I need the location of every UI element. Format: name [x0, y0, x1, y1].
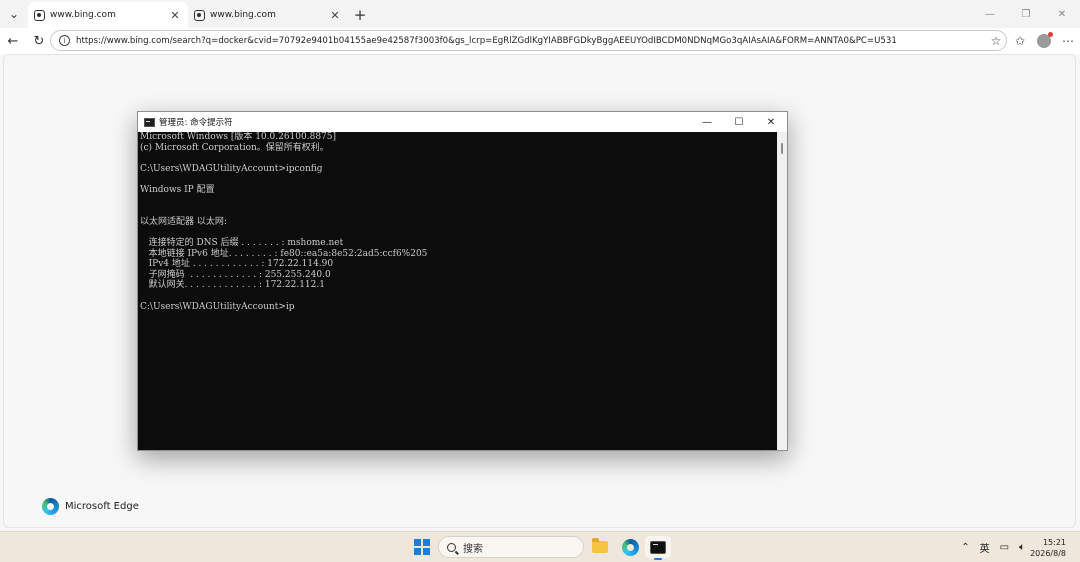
- profile-button[interactable]: [1032, 28, 1056, 54]
- cmd-window-controls: — ☐ ✕: [691, 112, 787, 132]
- restore-icon[interactable]: ❐: [1008, 0, 1044, 28]
- network-icon[interactable]: ▭: [995, 542, 1014, 553]
- cmd-window-title: 管理员: 命令提示符: [159, 118, 233, 128]
- folder-icon: [592, 538, 608, 553]
- console-line: (c) Microsoft Corporation。保留所有权利。: [140, 142, 329, 153]
- file-explorer-button[interactable]: [590, 536, 610, 558]
- chevron-up-icon[interactable]: ⌃: [956, 542, 974, 553]
- tab-close-icon[interactable]: ✕: [168, 9, 182, 22]
- console-prompt-line[interactable]: C:\Users\WDAGUtilityAccount>ip: [140, 302, 778, 313]
- site-favicon-icon: [194, 9, 205, 21]
- clock-date: 2026/8/8: [1030, 548, 1066, 558]
- tab-title: www.bing.com: [50, 10, 116, 20]
- ime-indicator[interactable]: 英: [975, 540, 995, 555]
- console-line: C:\Users\WDAGUtilityAccount>ipconfig: [140, 163, 323, 174]
- close-window-icon[interactable]: ✕: [1044, 0, 1080, 28]
- avatar: [1037, 32, 1053, 48]
- tab-strip: ⌄ www.bing.com ✕ www.bing.com ✕ + — ❐ ✕: [0, 0, 1080, 28]
- search-icon: [447, 542, 456, 552]
- console-line: Microsoft Windows [版本 10.0.26100.8875]: [140, 132, 337, 142]
- windows-logo-icon: [414, 539, 430, 555]
- url-text[interactable]: https://www.bing.com/search?q=docker&cvi…: [76, 36, 986, 46]
- tab-title: www.bing.com: [210, 10, 276, 20]
- console-line: IPv4 地址 . . . . . . . . . . . . : 172.22…: [140, 259, 334, 270]
- clock-time: 15:21: [1042, 537, 1066, 547]
- search-label: 搜索: [463, 543, 483, 555]
- edge-brand: Microsoft Edge: [42, 498, 139, 515]
- console-line: Windows IP 配置: [140, 184, 215, 195]
- console-line: 默认网关. . . . . . . . . . . . . : 172.22.1…: [140, 280, 325, 291]
- window-controls: — ❐ ✕: [972, 0, 1080, 28]
- tab-2[interactable]: www.bing.com ✕: [188, 2, 348, 28]
- terminal-taskbar-button[interactable]: [645, 536, 671, 560]
- more-options-icon[interactable]: ⋯: [1056, 28, 1080, 54]
- address-bar[interactable]: i https://www.bing.com/search?q=docker&c…: [50, 30, 1007, 51]
- minimize-icon[interactable]: —: [972, 0, 1008, 28]
- new-tab-button[interactable]: +: [348, 2, 372, 28]
- console-line: 本地链接 IPv6 地址. . . . . . . . : fe80::ea5a…: [140, 248, 428, 259]
- terminal-icon: [650, 540, 666, 554]
- tab-close-icon[interactable]: ✕: [328, 9, 342, 22]
- console-line: 子网掩码 . . . . . . . . . . . . : 255.255.2…: [140, 269, 331, 280]
- taskbar-search[interactable]: 搜索: [438, 536, 584, 558]
- minimize-icon[interactable]: —: [691, 112, 723, 132]
- chevron-down-icon: ⌄: [8, 7, 20, 21]
- favorites-icon[interactable]: ✩: [1008, 28, 1032, 54]
- scrollbar-thumb[interactable]: [781, 143, 783, 154]
- refresh-icon: ↻: [33, 33, 45, 49]
- system-tray: ⌃ 英 ▭ 🔈︎ 15:21 2026/8/8: [956, 532, 1080, 562]
- start-button[interactable]: [412, 536, 432, 558]
- edge-brand-label: Microsoft Edge: [65, 501, 139, 512]
- tab-1[interactable]: www.bing.com ✕: [28, 2, 188, 28]
- favorite-star-icon[interactable]: ☆: [986, 34, 1006, 48]
- refresh-button[interactable]: ↻: [26, 28, 52, 54]
- maximize-icon[interactable]: ☐: [723, 112, 755, 132]
- toolbar-right: ✩ ⋯: [1008, 28, 1080, 54]
- cmd-title-bar[interactable]: 管理员: 命令提示符 — ☐ ✕: [138, 112, 787, 132]
- cmd-console-output[interactable]: Microsoft Windows [版本 10.0.26100.8875] (…: [138, 132, 778, 450]
- close-window-icon[interactable]: ✕: [755, 112, 787, 132]
- back-button[interactable]: ←: [0, 28, 26, 54]
- site-favicon-icon: [34, 9, 45, 21]
- command-prompt-window[interactable]: 管理员: 命令提示符 — ☐ ✕ Microsoft Windows [版本 1…: [137, 111, 788, 451]
- arrow-left-icon: ←: [7, 33, 19, 49]
- terminal-icon: [144, 117, 155, 127]
- cmd-scrollbar[interactable]: [777, 132, 787, 450]
- site-info-icon[interactable]: i: [59, 35, 70, 46]
- console-line: 以太网适配器 以太网:: [140, 216, 227, 227]
- edge-logo-icon: [621, 538, 639, 556]
- taskbar: 搜索 ⌃ 英 ▭ 🔈︎ 15:21 2026/8/8: [0, 531, 1080, 562]
- clock[interactable]: 15:21 2026/8/8: [1030, 537, 1080, 559]
- tab-actions-menu-button[interactable]: ⌄: [0, 0, 28, 28]
- console-line: 连接特定的 DNS 后缀 . . . . . . . : mshome.net: [140, 237, 344, 248]
- edge-logo-icon: [42, 498, 59, 515]
- volume-icon[interactable]: 🔈︎: [1014, 542, 1030, 553]
- edge-taskbar-button[interactable]: [620, 536, 640, 558]
- navigation-bar: ← ↻ i https://www.bing.com/search?q=dock…: [0, 28, 1080, 54]
